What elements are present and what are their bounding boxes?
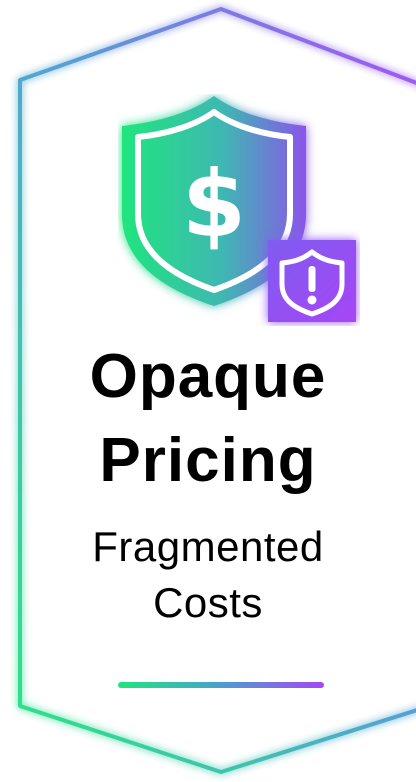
card-subtitle-line-1: Fragmented [92, 523, 324, 570]
shield-dollar-icon: $ [118, 94, 360, 326]
card-title-line-2: Pricing [99, 426, 317, 495]
card-subtitle-line-2: Costs [153, 579, 263, 626]
svg-text:$: $ [182, 151, 246, 258]
feature-card: $ Opaque Pricing Fragmented Costs [0, 0, 416, 782]
card-title-line-1: Opaque [89, 342, 327, 411]
accent-divider [118, 682, 324, 688]
shield-alert-icon [268, 240, 356, 322]
